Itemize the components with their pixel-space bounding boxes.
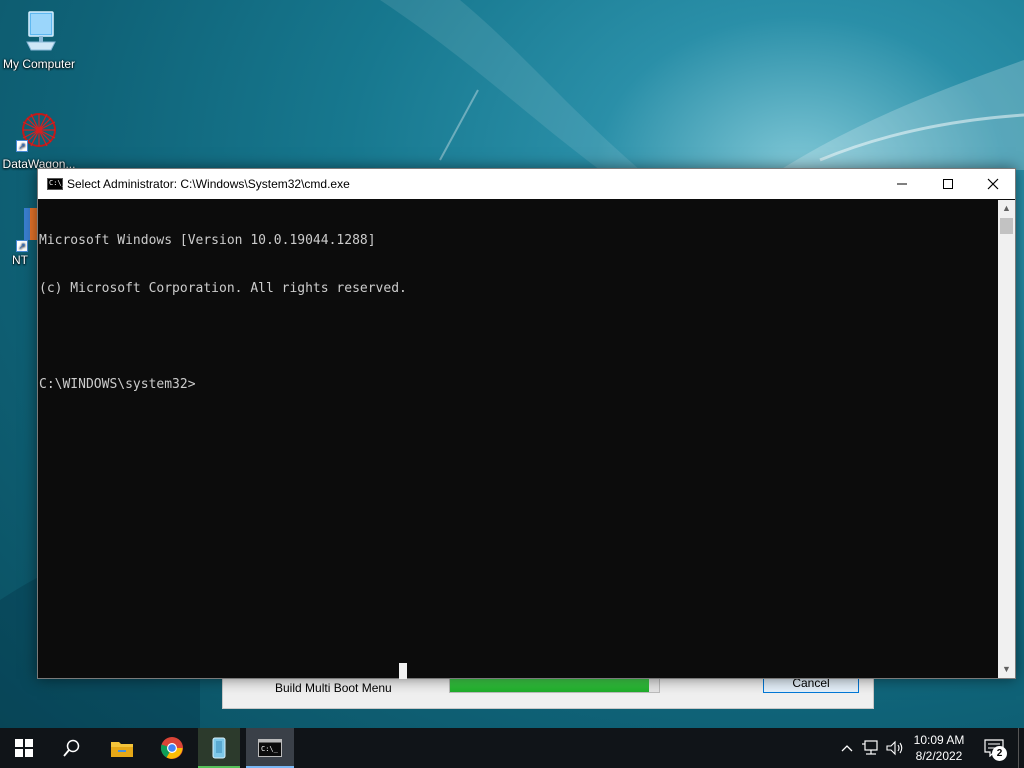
multiboot-app-icon	[212, 737, 226, 759]
minimize-icon	[897, 183, 907, 185]
shortcut-arrow-icon: ↗	[16, 140, 28, 152]
search-button[interactable]	[48, 728, 96, 768]
console-line: (c) Microsoft Corporation. All rights re…	[39, 281, 407, 296]
text-cursor	[399, 663, 407, 679]
operation-label: Build Multi Boot Menu	[275, 681, 392, 695]
desktop-icon-datawagon[interactable]: ↗ DataWagon...	[0, 108, 78, 171]
desktop-icon-my-computer[interactable]: My Computer	[0, 10, 78, 71]
windows-logo-icon	[15, 739, 33, 757]
taskbar-file-explorer[interactable]	[98, 728, 146, 768]
console-output[interactable]: Microsoft Windows [Version 10.0.19044.12…	[39, 200, 998, 679]
scroll-up-arrow-icon[interactable]: ▲	[998, 200, 1015, 217]
maximize-button[interactable]	[925, 169, 971, 199]
window-title: Select Administrator: C:\Windows\System3…	[67, 177, 350, 191]
computer-icon	[26, 11, 56, 51]
chrome-icon	[160, 737, 183, 759]
show-desktop-button[interactable]	[1018, 728, 1024, 768]
maximize-icon	[943, 179, 953, 189]
close-button[interactable]	[970, 169, 1016, 199]
cmd-window[interactable]: C:\_ Select Administrator: C:\Windows\Sy…	[37, 168, 1016, 679]
clock-date: 8/2/2022	[915, 749, 963, 763]
close-icon	[987, 178, 999, 190]
network-button[interactable]	[860, 728, 882, 768]
cmd-app-icon: C:\_	[47, 178, 66, 190]
notification-count-badge: 2	[992, 746, 1007, 761]
clock-time: 10:09 AM	[913, 733, 965, 747]
network-icon	[862, 740, 878, 755]
vertical-scrollbar[interactable]: ▲ ▼	[998, 200, 1015, 678]
desktop-icon-label: My Computer	[2, 57, 76, 71]
svg-text:C:\_: C:\_	[261, 745, 279, 753]
shortcut-arrow-icon: ↗	[16, 240, 28, 252]
progress-bar	[449, 678, 660, 693]
speaker-icon	[886, 740, 903, 756]
folder-icon	[111, 742, 133, 757]
cmd-taskbar-icon: C:\_	[258, 739, 282, 757]
taskbar: C:\_ 10:09 AM 8/2/2022	[0, 728, 1024, 768]
console-line: Microsoft Windows [Version 10.0.19044.12…	[39, 233, 376, 248]
nt-app-icon	[24, 208, 38, 240]
taskbar-clock[interactable]: 10:09 AM 8/2/2022	[904, 732, 974, 764]
console-prompt: C:\WINDOWS\system32>	[39, 377, 196, 392]
search-icon	[63, 739, 80, 757]
chevron-up-icon	[841, 745, 853, 752]
scroll-down-arrow-icon[interactable]: ▼	[998, 661, 1015, 678]
minimize-button[interactable]	[879, 169, 925, 199]
taskbar-cmd[interactable]: C:\_	[246, 728, 294, 768]
progress-fill	[450, 679, 649, 692]
show-hidden-icons-button[interactable]	[838, 728, 856, 768]
taskbar-chrome[interactable]	[148, 728, 196, 768]
volume-button[interactable]	[884, 728, 906, 768]
start-button[interactable]	[0, 728, 48, 768]
taskbar-multiboot-app[interactable]	[198, 728, 240, 768]
title-bar[interactable]: C:\_ Select Administrator: C:\Windows\Sy…	[38, 169, 1015, 199]
scrollbar-thumb[interactable]	[1000, 218, 1013, 234]
